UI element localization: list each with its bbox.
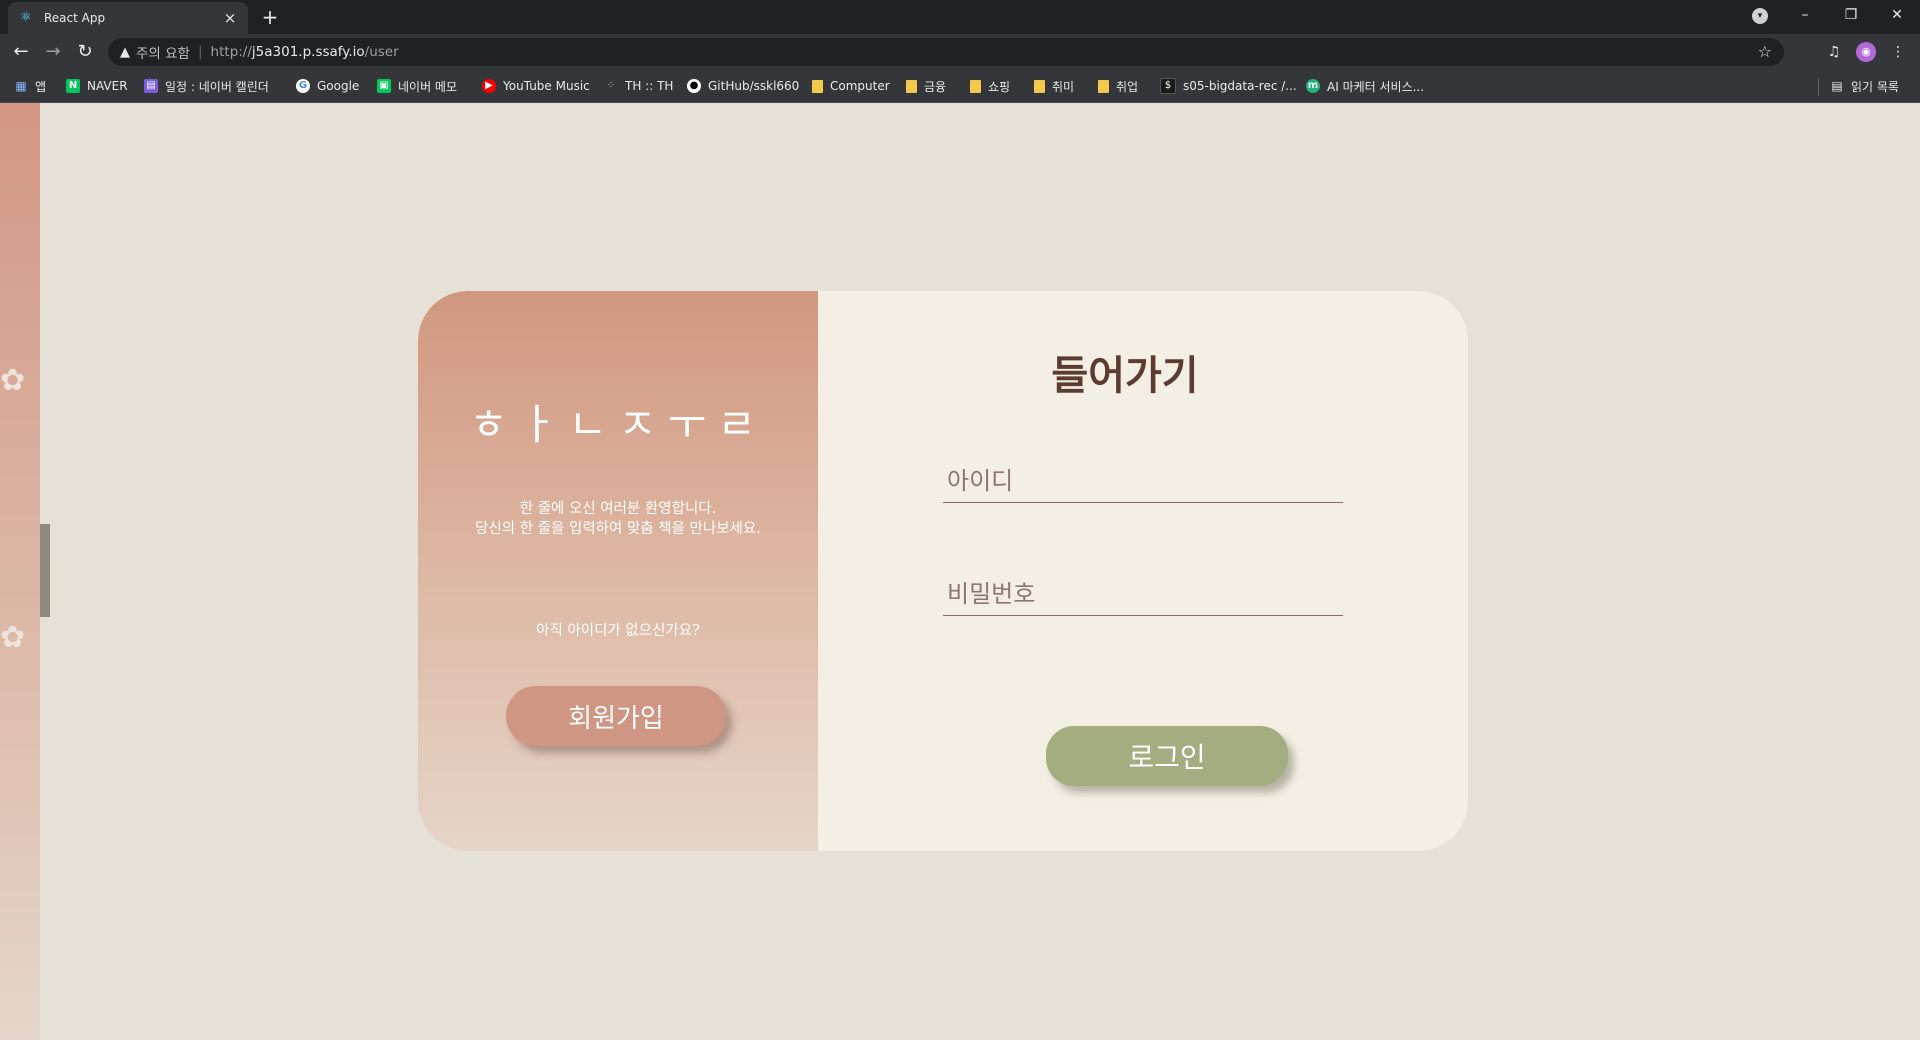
github-icon: ● xyxy=(687,79,701,93)
media-control-icon[interactable]: ♫ xyxy=(1824,42,1844,62)
bookmark-folder-computer[interactable]: Computer xyxy=(812,77,890,95)
bookmark-naver[interactable]: N NAVER xyxy=(66,77,128,95)
forward-arrow-icon[interactable]: → xyxy=(41,40,65,64)
welcome-line: 당신의 한 줄을 입력하여 맞춤 책을 만나보세요. xyxy=(475,521,761,537)
bookmark-label: GitHub/sskl660 xyxy=(708,79,800,93)
naver-icon: N xyxy=(66,79,80,93)
bookmark-folder-finance[interactable]: 금융 xyxy=(906,77,946,95)
bookmark-label: s05-bigdata-rec /... xyxy=(1183,79,1297,93)
warning-icon[interactable]: ▲ xyxy=(120,45,130,60)
signup-button[interactable]: 회원가입 xyxy=(506,686,726,746)
login-title: 들어가기 xyxy=(1051,353,1199,399)
browser-tab-bar: ⚛ React App × + ▾ – ❐ ✕ xyxy=(0,0,1920,34)
bookmark-label: Google xyxy=(317,79,360,93)
terminal-icon: $ xyxy=(1160,78,1176,94)
login-button[interactable]: 로그인 xyxy=(1046,726,1288,786)
flower-decoration-icon: ✿ xyxy=(0,620,26,655)
youtube-music-icon: ▶ xyxy=(482,79,496,93)
bookmark-folder-shopping[interactable]: 쇼핑 xyxy=(970,77,1010,95)
react-icon: ⚛ xyxy=(20,10,32,25)
profile-avatar[interactable]: ◉ xyxy=(1856,42,1876,62)
bookmark-ai-marketer[interactable]: m AI 마케터 서비스... xyxy=(1306,77,1424,95)
bookmark-star-icon[interactable]: ☆ xyxy=(1758,43,1772,61)
minimize-button[interactable]: – xyxy=(1782,0,1828,30)
brand-logo: ㅎㅏㄴㅈㅜㄹ xyxy=(469,401,767,448)
bookmark-label: 금융 xyxy=(924,79,947,94)
bookmark-label: 앱 xyxy=(35,79,47,94)
bookmark-label: NAVER xyxy=(87,79,128,93)
bookmark-label: YouTube Music xyxy=(503,79,590,93)
signup-prompt: 아직 아이디가 없으신가요? xyxy=(536,623,700,639)
close-window-button[interactable]: ✕ xyxy=(1874,0,1920,30)
more-menu-icon[interactable]: ⋮ xyxy=(1888,42,1908,62)
password-input[interactable] xyxy=(943,572,1343,616)
bookmark-label: Computer xyxy=(830,79,890,93)
browser-toolbar: ← → ↻ ▲ 주의 요함 | http://j5a301.p.ssafy.io… xyxy=(0,34,1920,70)
bookmark-label: 취미 xyxy=(1052,79,1075,94)
url-scheme: http:// xyxy=(210,44,252,60)
m-icon: m xyxy=(1306,79,1320,93)
reload-icon[interactable]: ↻ xyxy=(73,40,97,64)
new-tab-button[interactable]: + xyxy=(258,6,282,30)
bookmark-naver-memo[interactable]: ▣ 네이버 메모 xyxy=(377,77,457,95)
side-scrollbar[interactable] xyxy=(40,524,50,617)
close-tab-icon[interactable]: × xyxy=(222,10,238,26)
tab-title: React App xyxy=(44,11,106,25)
bookmark-label: 일정 : 네이버 캘린더 xyxy=(165,79,269,94)
flower-decoration-icon: ✿ xyxy=(0,363,26,398)
welcome-message: 한 줄에 오신 여러분 환영합니다. 당신의 한 줄을 입력하여 맞춤 책을 만… xyxy=(418,499,818,539)
reading-list[interactable]: ▤ 읽기 목록 xyxy=(1830,77,1899,95)
address-bar[interactable]: ▲ 주의 요함 | http://j5a301.p.ssafy.io/user … xyxy=(108,38,1784,66)
bookmark-label: 취업 xyxy=(1116,79,1139,94)
calendar-icon: ▤ xyxy=(144,79,158,93)
bookmark-youtube-music[interactable]: ▶ YouTube Music xyxy=(482,77,590,95)
folder-icon xyxy=(970,79,981,93)
bookmarks-bar: ▦ 앱 N NAVER ▤ 일정 : 네이버 캘린더 G Google ▣ 네이버 메모 … xyxy=(0,70,1920,103)
bookmark-th[interactable]: ⁘ TH :: TH xyxy=(604,77,674,95)
reading-list-icon: ▤ xyxy=(1831,79,1843,93)
folder-icon xyxy=(906,79,917,93)
page-content: ✿ ✿ ㅎㅏㄴㅈㅜㄹ 한 줄에 오신 여러분 환영합니다. 당신의 한 줄을 입… xyxy=(0,103,1920,1040)
bookmark-label: 쇼핑 xyxy=(988,79,1011,94)
bookmark-calendar[interactable]: ▤ 일정 : 네이버 캘린더 xyxy=(144,77,269,95)
welcome-line: 한 줄에 오신 여러분 환영합니다. xyxy=(519,501,717,517)
browser-tab[interactable]: ⚛ React App × xyxy=(8,2,248,34)
signup-panel: ㅎㅏㄴㅈㅜㄹ 한 줄에 오신 여러분 환영합니다. 당신의 한 줄을 입력하여 … xyxy=(418,291,818,851)
auth-card: ㅎㅏㄴㅈㅜㄹ 한 줄에 오신 여러분 환영합니다. 당신의 한 줄을 입력하여 … xyxy=(418,291,1468,851)
google-icon: G xyxy=(296,79,310,93)
bookmark-apps[interactable]: ▦ 앱 xyxy=(14,77,46,95)
bookmark-label: AI 마케터 서비스... xyxy=(1327,79,1425,94)
folder-icon xyxy=(1098,79,1109,93)
side-decoration: ✿ ✿ xyxy=(0,103,40,1040)
folder-icon xyxy=(1034,79,1045,93)
tab-search-icon[interactable]: ▾ xyxy=(1752,8,1768,24)
dots-icon: ⁘ xyxy=(606,80,616,91)
id-input[interactable] xyxy=(943,459,1343,503)
folder-icon xyxy=(812,79,823,93)
login-panel: 들어가기 로그인 xyxy=(818,291,1468,851)
apps-grid-icon: ▦ xyxy=(15,79,27,93)
bookmark-github[interactable]: ● GitHub/sskl660 xyxy=(687,77,799,95)
security-warning-text[interactable]: 주의 요함 xyxy=(136,42,190,62)
bookmark-folder-hobby[interactable]: 취미 xyxy=(1034,77,1074,95)
back-arrow-icon[interactable]: ← xyxy=(9,40,33,64)
url-host: j5a301.p.ssafy.io xyxy=(251,44,365,60)
bookmark-label: 네이버 메모 xyxy=(398,79,458,94)
address-separator: | xyxy=(197,44,203,60)
bookmark-bigdata[interactable]: $ s05-bigdata-rec /... xyxy=(1160,77,1297,95)
url-path: /user xyxy=(364,44,399,60)
memo-icon: ▣ xyxy=(377,79,391,93)
bookmark-folder-jobs[interactable]: 취업 xyxy=(1098,77,1138,95)
bookmark-label: TH :: TH xyxy=(625,79,674,93)
restore-button[interactable]: ❐ xyxy=(1828,0,1874,30)
bookmarks-divider xyxy=(1818,78,1819,96)
bookmark-google[interactable]: G Google xyxy=(296,77,359,95)
reading-list-label: 읽기 목록 xyxy=(1851,79,1899,94)
